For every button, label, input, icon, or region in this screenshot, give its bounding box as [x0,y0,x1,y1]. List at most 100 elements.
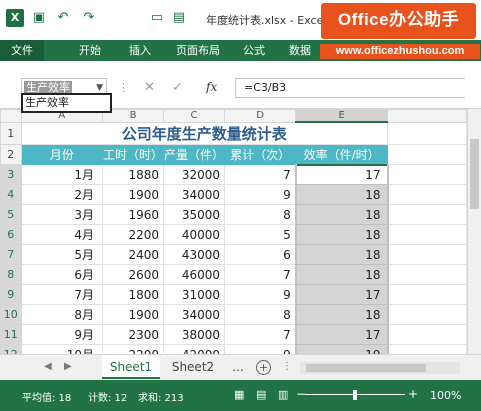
cell[interactable] [387,224,467,245]
sheet-bar-splitter[interactable]: ⋮ [282,361,292,372]
cell-count[interactable]: 9 [224,284,297,305]
horizontal-scrollbar[interactable] [300,362,460,374]
insert-function-button[interactable]: fx [206,80,217,94]
row-header[interactable]: 3 [0,164,22,185]
add-sheet-icon[interactable]: + [256,360,271,375]
cell[interactable] [387,304,467,325]
cell[interactable] [387,284,467,305]
cell-month[interactable]: 7月 [20,284,104,305]
row-header[interactable]: 1 [0,121,22,145]
header-month[interactable]: 月份 [20,144,104,165]
cell-month[interactable]: 3月 [20,204,104,225]
cell-efficiency[interactable]: 18 [294,184,389,205]
cell-output[interactable]: 34000 [163,304,226,325]
header-output[interactable]: 产量（件） [163,144,226,165]
save-icon[interactable]: ▣ [32,11,46,25]
cell-output[interactable]: 38000 [163,324,226,345]
zoom-in-button[interactable]: + [408,387,418,401]
scrollbar-thumb[interactable] [470,139,479,209]
cell-month[interactable]: 1月 [20,164,104,185]
row-header[interactable]: 10 [0,304,22,325]
cell[interactable] [387,264,467,285]
cell[interactable] [387,184,467,205]
tab-file[interactable]: 文件 [0,40,44,61]
cell-efficiency[interactable]: 18 [294,204,389,225]
cell-efficiency[interactable]: 17 [294,163,389,185]
cell-efficiency[interactable]: 18 [294,304,389,325]
cell-count[interactable]: 9 [224,184,297,205]
cell-count[interactable]: 8 [224,204,297,225]
cell[interactable] [387,204,467,225]
tab-data[interactable]: 数据 [280,40,320,61]
cell-hours[interactable]: 2400 [101,244,165,265]
row-header[interactable]: 4 [0,184,22,205]
cell-hours[interactable]: 1800 [101,284,165,305]
row-header[interactable]: 5 [0,204,22,225]
row-header[interactable]: 2 [0,144,22,165]
zoom-slider-handle[interactable] [353,390,357,400]
select-all-corner[interactable] [0,109,22,123]
cell-month[interactable]: 5月 [20,244,104,265]
cell-count[interactable]: 7 [224,264,297,285]
zoom-level[interactable]: 100% [430,389,461,402]
header-hours[interactable]: 工时（时） [101,144,165,165]
cell-count[interactable]: 6 [224,244,297,265]
sheet-tab-sheet2[interactable]: Sheet2 [164,355,222,379]
sheet-tab-sheet1[interactable]: Sheet1 [102,355,160,379]
cell-efficiency[interactable]: 17 [294,284,389,305]
vertical-scrollbar[interactable] [467,109,481,354]
tab-home[interactable]: 开始 [70,40,110,61]
cell-output[interactable]: 40000 [163,224,226,245]
cancel-icon[interactable]: ✕ [144,80,155,95]
cell-count[interactable]: 8 [224,304,297,325]
cell-efficiency[interactable]: 18 [294,264,389,285]
row-header[interactable]: 9 [0,284,22,305]
open-folder-icon[interactable]: ▭ [150,11,164,25]
scrollbar-thumb[interactable] [306,364,426,372]
cell[interactable] [387,244,467,265]
column-header-e[interactable]: E [295,109,389,123]
cell[interactable] [387,144,467,165]
cell-count[interactable]: 5 [224,224,297,245]
cell-hours[interactable]: 1880 [101,164,165,185]
print-icon[interactable]: ▤ [172,11,186,25]
cell-output[interactable]: 32000 [163,164,226,185]
header-efficiency[interactable]: 效率（件/时） [295,144,389,165]
cell-count[interactable]: 7 [224,324,297,345]
cell[interactable] [387,164,467,185]
undo-icon[interactable]: ↶ [56,11,70,25]
cell-output[interactable]: 35000 [163,204,226,225]
cell-output[interactable]: 34000 [163,184,226,205]
cell[interactable] [387,121,467,145]
name-box-dropdown-item[interactable]: 生产效率 [21,93,112,113]
cell-efficiency[interactable]: 18 [294,224,389,245]
prev-sheet-icon[interactable]: ◀ [44,361,52,372]
cell-hours[interactable]: 2200 [101,224,165,245]
tab-formulas[interactable]: 公式 [234,40,274,61]
cell-count[interactable]: 7 [224,164,297,185]
cell-month[interactable]: 8月 [20,304,104,325]
cell-efficiency[interactable]: 18 [294,244,389,265]
row-header[interactable]: 7 [0,244,22,265]
tab-insert[interactable]: 插入 [120,40,160,61]
column-header-d[interactable]: D [224,109,297,123]
normal-view-icon[interactable]: ▦ [234,388,244,401]
page-layout-view-icon[interactable]: ▤ [256,388,266,401]
column-header-f[interactable] [387,109,467,123]
page-break-view-icon[interactable]: ▥ [278,388,288,401]
cell-efficiency[interactable]: 17 [294,324,389,345]
cell-hours[interactable]: 2600 [101,264,165,285]
cell-hours[interactable]: 2300 [101,324,165,345]
cell[interactable] [387,324,467,345]
formula-input[interactable]: =C3/B3 [235,78,465,98]
row-header[interactable]: 11 [0,324,22,345]
cell-month[interactable]: 2月 [20,184,104,205]
cell-output[interactable]: 31000 [163,284,226,305]
sheet-title[interactable]: 公司年度生产数量统计表 [20,121,389,145]
cell-month[interactable]: 6月 [20,264,104,285]
tab-page-layout[interactable]: 页面布局 [170,40,226,61]
cell-month[interactable]: 9月 [20,324,104,345]
column-header-c[interactable]: C [163,109,226,123]
next-sheet-icon[interactable]: ▶ [64,361,72,372]
row-header[interactable]: 6 [0,224,22,245]
